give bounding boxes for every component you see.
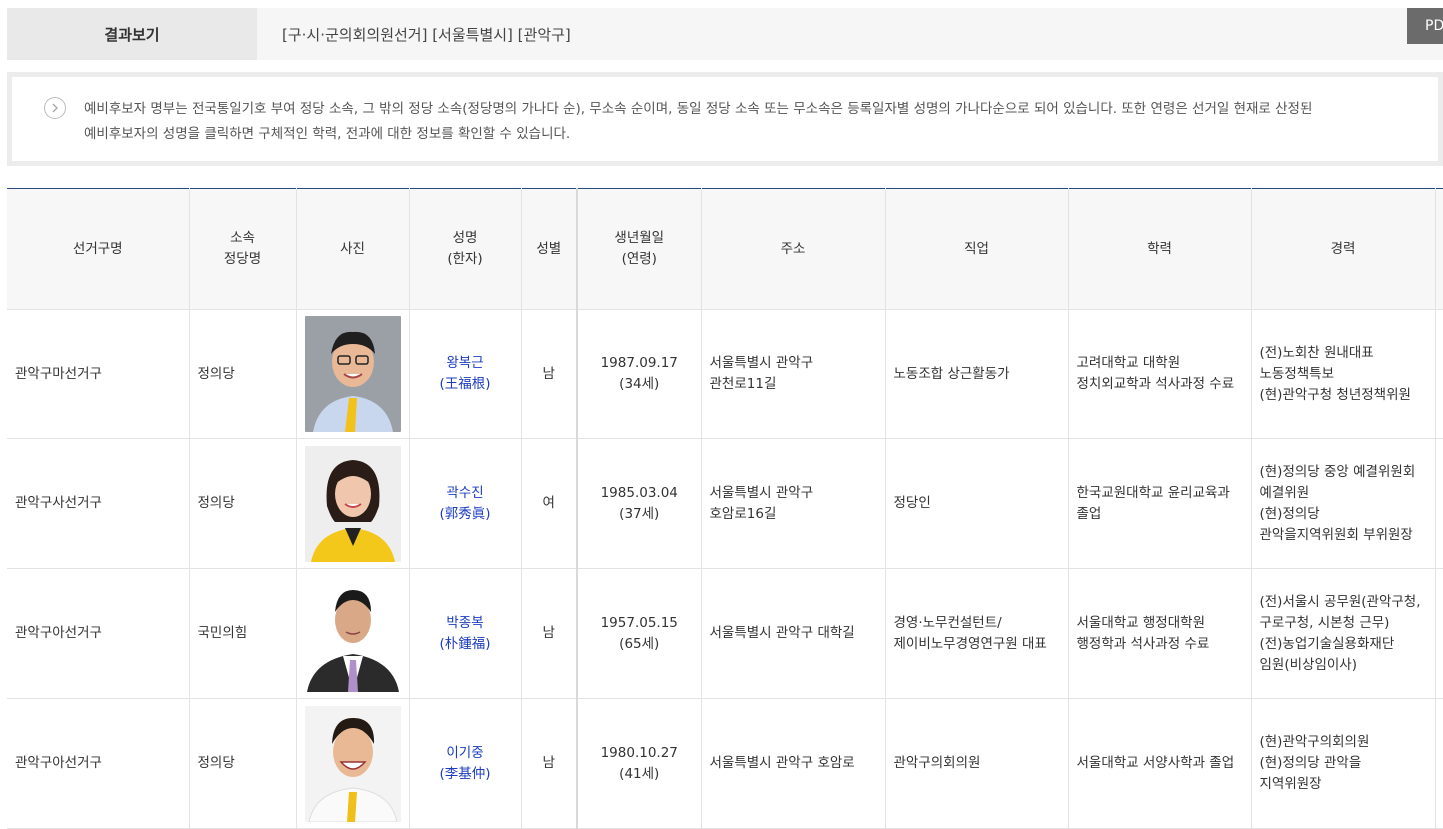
- candidate-hanja-link[interactable]: (郭秀眞): [410, 504, 521, 525]
- candidate-hanja-link[interactable]: (王福根): [410, 374, 521, 395]
- education-cell: 서울대학교 행정대학원 행정학과 석사과정 수료: [1067, 568, 1251, 699]
- career-cell: (전)서울시 공무원(관악구청, 구로구청, 시본청 근무) (전)농업기술실용화재…: [1250, 568, 1435, 699]
- education-cell: 서울대학교 서양사학과 졸업: [1067, 698, 1251, 829]
- candidate-hanja-link[interactable]: (朴鍾福): [410, 634, 521, 655]
- photo-cell: [295, 568, 409, 699]
- gender-cell: 남: [520, 568, 577, 699]
- result-label: 결과보기: [7, 8, 257, 60]
- district-cell: 관악구사선거구: [7, 438, 189, 569]
- district-cell: 관악구아선거구: [7, 698, 189, 829]
- candidate-photo: [304, 316, 401, 432]
- table-row: 관악구아선거구 정의당 이기중 (李基仲) 남 1980.10.27 (41세)…: [7, 698, 1443, 829]
- extra-cell: [1434, 309, 1443, 439]
- candidate-name-link[interactable]: 박종복: [410, 613, 521, 634]
- result-path: [구·시·군의회의원선거] [서울특별시] [관악구]: [282, 25, 571, 44]
- notice-text: 예비후보자 명부는 전국통일기호 부여 정당 소속, 그 밖의 정당 소속(정당…: [84, 97, 1312, 147]
- header-name: 성명 (한자): [408, 188, 521, 310]
- candidate-table-wrap: 선거구명 소속 정당명 사진 성명 (한자) 성별 생년월일 (연령) 주소 직업 학…: [7, 188, 1443, 829]
- result-bar: 결과보기 [구·시·군의회의원선거] [서울특별시] [관악구]: [7, 8, 1443, 60]
- job-cell: 관악구의회의원: [884, 698, 1068, 829]
- candidate-photo: [304, 705, 401, 822]
- photo-cell: [295, 438, 409, 569]
- extra-cell: [1434, 438, 1443, 569]
- party-cell: 정의당: [188, 698, 296, 829]
- birth-cell: 1980.10.27 (41세): [576, 698, 701, 829]
- table-row: 관악구마선거구 정의당 왕복근 (王福根) 남 1987.09.17 (34세)…: [7, 309, 1443, 439]
- header-job: 직업: [884, 188, 1068, 310]
- table-row: 관악구아선거구 국민의힘 박종복 (朴鍾福) 남 1957.05.15 (65세…: [7, 568, 1443, 699]
- job-cell: 경영·노무컨설턴트/제이비노무경영연구원 대표: [884, 568, 1068, 699]
- header-district: 선거구명: [7, 188, 189, 310]
- district-cell: 관악구아선거구: [7, 568, 189, 699]
- table-row: 관악구사선거구 정의당 곽수진 (郭秀眞) 여 1985.03.04 (37세)…: [7, 438, 1443, 569]
- header-gender: 성별: [520, 188, 577, 310]
- notice-line-1: 예비후보자 명부는 전국통일기호 부여 정당 소속, 그 밖의 정당 소속(정당…: [84, 101, 1313, 117]
- header-extra: [1434, 188, 1443, 310]
- career-cell: (전)노회찬 원내대표 노동정책특보 (현)관악구청 청년정책위원: [1250, 309, 1435, 439]
- career-cell: (현)정의당 중앙 예결위원회 예결위원 (현)정의당 관악을지역위원회 부위원장: [1250, 438, 1435, 569]
- candidate-table: 선거구명 소속 정당명 사진 성명 (한자) 성별 생년월일 (연령) 주소 직업 학…: [7, 188, 1443, 829]
- extra-cell: [1434, 568, 1443, 699]
- name-cell: 곽수진 (郭秀眞): [408, 438, 521, 569]
- header-address: 주소: [700, 188, 885, 310]
- header-education: 학력: [1067, 188, 1251, 310]
- gender-cell: 남: [520, 698, 577, 829]
- party-cell: 국민의힘: [188, 568, 296, 699]
- job-cell: 노동조합 상근활동가: [884, 309, 1068, 439]
- header-birth: 생년월일 (연령): [576, 188, 701, 310]
- notice-line-2: 예비후보자의 성명을 클릭하면 구체적인 학력, 전과에 대한 정보를 확인할 …: [84, 126, 571, 142]
- candidate-hanja-link[interactable]: (李基仲): [410, 764, 521, 785]
- header-party: 소속 정당명: [188, 188, 296, 310]
- candidate-photo: [304, 575, 401, 692]
- header-career: 경력: [1250, 188, 1435, 310]
- table-header-row: 선거구명 소속 정당명 사진 성명 (한자) 성별 생년월일 (연령) 주소 직업 학…: [7, 188, 1443, 310]
- notice-box: 예비후보자 명부는 전국통일기호 부여 정당 소속, 그 밖의 정당 소속(정당…: [7, 72, 1443, 166]
- birth-cell: 1987.09.17 (34세): [576, 309, 701, 439]
- address-cell: 서울특별시 관악구 대학길: [700, 568, 885, 699]
- name-cell: 왕복근 (王福根): [408, 309, 521, 439]
- education-cell: 고려대학교 대학원 정치외교학과 석사과정 수료: [1067, 309, 1251, 439]
- party-cell: 정의당: [188, 309, 296, 439]
- job-cell: 정당인: [884, 438, 1068, 569]
- photo-cell: [295, 309, 409, 439]
- party-cell: 정의당: [188, 438, 296, 569]
- name-cell: 박종복 (朴鍾福): [408, 568, 521, 699]
- candidate-photo: [304, 445, 401, 562]
- career-cell: (현)관악구의회의원 (현)정의당 관악을 지역위원장: [1250, 698, 1435, 829]
- header-photo: 사진: [295, 188, 409, 310]
- education-cell: 한국교원대학교 윤리교육과 졸업: [1067, 438, 1251, 569]
- address-cell: 서울특별시 관악구 관천로11길: [700, 309, 885, 439]
- address-cell: 서울특별시 관악구 호암로16길: [700, 438, 885, 569]
- photo-cell: [295, 698, 409, 829]
- candidate-name-link[interactable]: 이기중: [410, 743, 521, 764]
- birth-cell: 1957.05.15 (65세): [576, 568, 701, 699]
- extra-cell: [1434, 698, 1443, 829]
- birth-cell: 1985.03.04 (37세): [576, 438, 701, 569]
- address-cell: 서울특별시 관악구 호암로: [700, 698, 885, 829]
- gender-cell: 남: [520, 309, 577, 439]
- candidate-name-link[interactable]: 곽수진: [410, 483, 521, 504]
- gender-cell: 여: [520, 438, 577, 569]
- name-cell: 이기중 (李基仲): [408, 698, 521, 829]
- chevron-right-icon: [44, 97, 66, 119]
- pdf-button[interactable]: PDF: [1407, 8, 1443, 44]
- candidate-name-link[interactable]: 왕복근: [410, 353, 521, 374]
- district-cell: 관악구마선거구: [7, 309, 189, 439]
